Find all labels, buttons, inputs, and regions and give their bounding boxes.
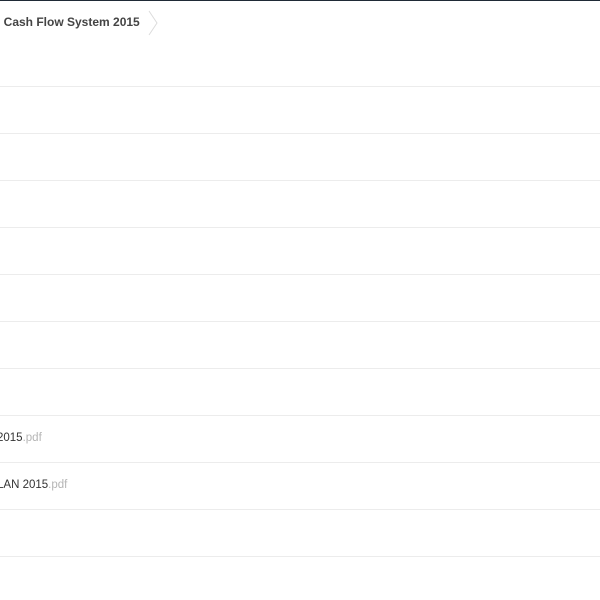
file-name: 2015.pdf (0, 432, 42, 444)
file-row[interactable] (0, 86, 600, 133)
chevron-right-icon (148, 10, 158, 36)
file-name: LAN 2015.pdf (0, 479, 68, 491)
file-row[interactable] (0, 133, 600, 180)
file-row[interactable] (0, 368, 600, 415)
file-row[interactable]: LAN 2015.pdf (0, 462, 600, 509)
file-row[interactable] (0, 509, 600, 556)
breadcrumb-current[interactable]: g Cash Flow System 2015 (0, 15, 140, 29)
breadcrumb: g Cash Flow System 2015 (0, 1, 600, 41)
file-row[interactable]: 2015.pdf (0, 415, 600, 462)
list-divider (0, 556, 600, 557)
file-row[interactable] (0, 274, 600, 321)
file-row[interactable] (0, 180, 600, 227)
file-row[interactable] (0, 227, 600, 274)
file-row[interactable] (0, 321, 600, 368)
